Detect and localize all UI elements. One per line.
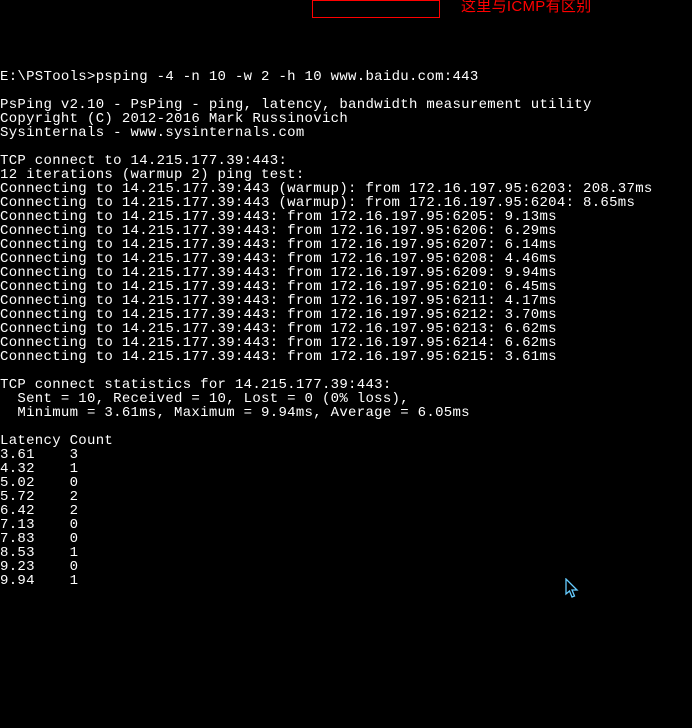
histogram-row: 9.94 1 (0, 573, 78, 589)
entered-command: psping -4 -n 10 -w 2 -h 10 www.baidu.com… (96, 69, 479, 85)
stats-minmax-line: Minimum = 3.61ms, Maximum = 9.94ms, Aver… (0, 405, 470, 421)
psping-site: Sysinternals - www.sysinternals.com (0, 125, 305, 141)
red-annotation-text: 这里与ICMP有区别 (461, 0, 592, 14)
ping-line: Connecting to 14.215.177.39:443: from 17… (0, 349, 557, 365)
red-annotation-box (312, 0, 440, 18)
shell-prompt: E:\PSTools> (0, 69, 96, 85)
terminal-output: E:\PSTools>psping -4 -n 10 -w 2 -h 10 ww… (0, 56, 692, 588)
command-line[interactable]: E:\PSTools>psping -4 -n 10 -w 2 -h 10 ww… (0, 69, 479, 85)
